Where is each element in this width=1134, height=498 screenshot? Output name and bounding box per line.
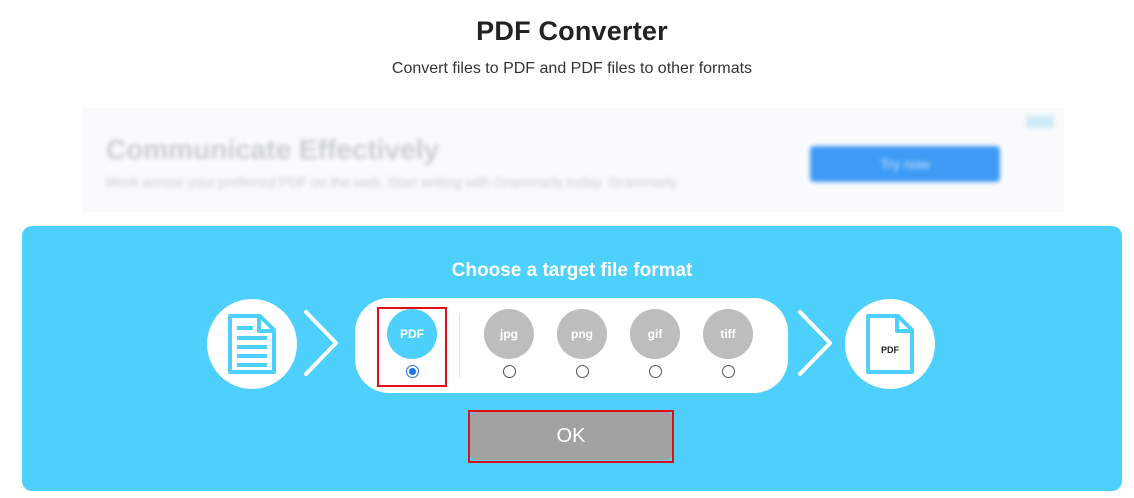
chevron-right-icon xyxy=(798,310,832,376)
format-option-png[interactable]: png xyxy=(552,309,612,378)
ok-button[interactable]: OK xyxy=(470,412,672,460)
format-divider xyxy=(459,314,460,378)
format-radio-jpg[interactable] xyxy=(502,365,516,378)
ad-button[interactable]: Try now xyxy=(810,146,1000,182)
format-option-tiff[interactable]: tiff xyxy=(698,309,758,378)
converter-panel: Choose a target file format PDF jpg png xyxy=(22,226,1122,491)
format-button-gif[interactable]: gif xyxy=(630,309,680,359)
target-format-label: PDF xyxy=(881,345,900,355)
chevron-right-icon xyxy=(304,310,338,376)
selected-format-highlight xyxy=(377,307,447,387)
document-icon xyxy=(228,314,276,374)
format-radio-png[interactable] xyxy=(575,365,589,378)
page-title: PDF Converter xyxy=(476,16,668,46)
advertisement[interactable]: Communicate Effectively Work across your… xyxy=(82,108,1064,212)
source-file-icon-circle xyxy=(207,299,297,389)
format-selector: PDF jpg png gif tiff xyxy=(355,298,788,393)
target-file-icon-circle: PDF xyxy=(845,299,935,389)
ad-text: Work across your preferred PDF on the we… xyxy=(106,174,678,190)
format-radio-gif[interactable] xyxy=(648,365,662,378)
pdf-file-icon: PDF xyxy=(866,314,914,374)
format-radio-tiff[interactable] xyxy=(721,365,735,378)
page-subtitle: Convert files to PDF and PDF files to ot… xyxy=(391,60,753,77)
format-option-gif[interactable]: gif xyxy=(625,309,685,378)
format-button-jpg[interactable]: jpg xyxy=(484,309,534,359)
format-button-tiff[interactable]: tiff xyxy=(703,309,753,359)
format-button-png[interactable]: png xyxy=(557,309,607,359)
converter-heading: Choose a target file format xyxy=(451,260,693,281)
ad-choices-icon[interactable] xyxy=(1026,116,1054,128)
ad-headline: Communicate Effectively xyxy=(106,134,439,165)
format-option-jpg[interactable]: jpg xyxy=(479,309,539,378)
